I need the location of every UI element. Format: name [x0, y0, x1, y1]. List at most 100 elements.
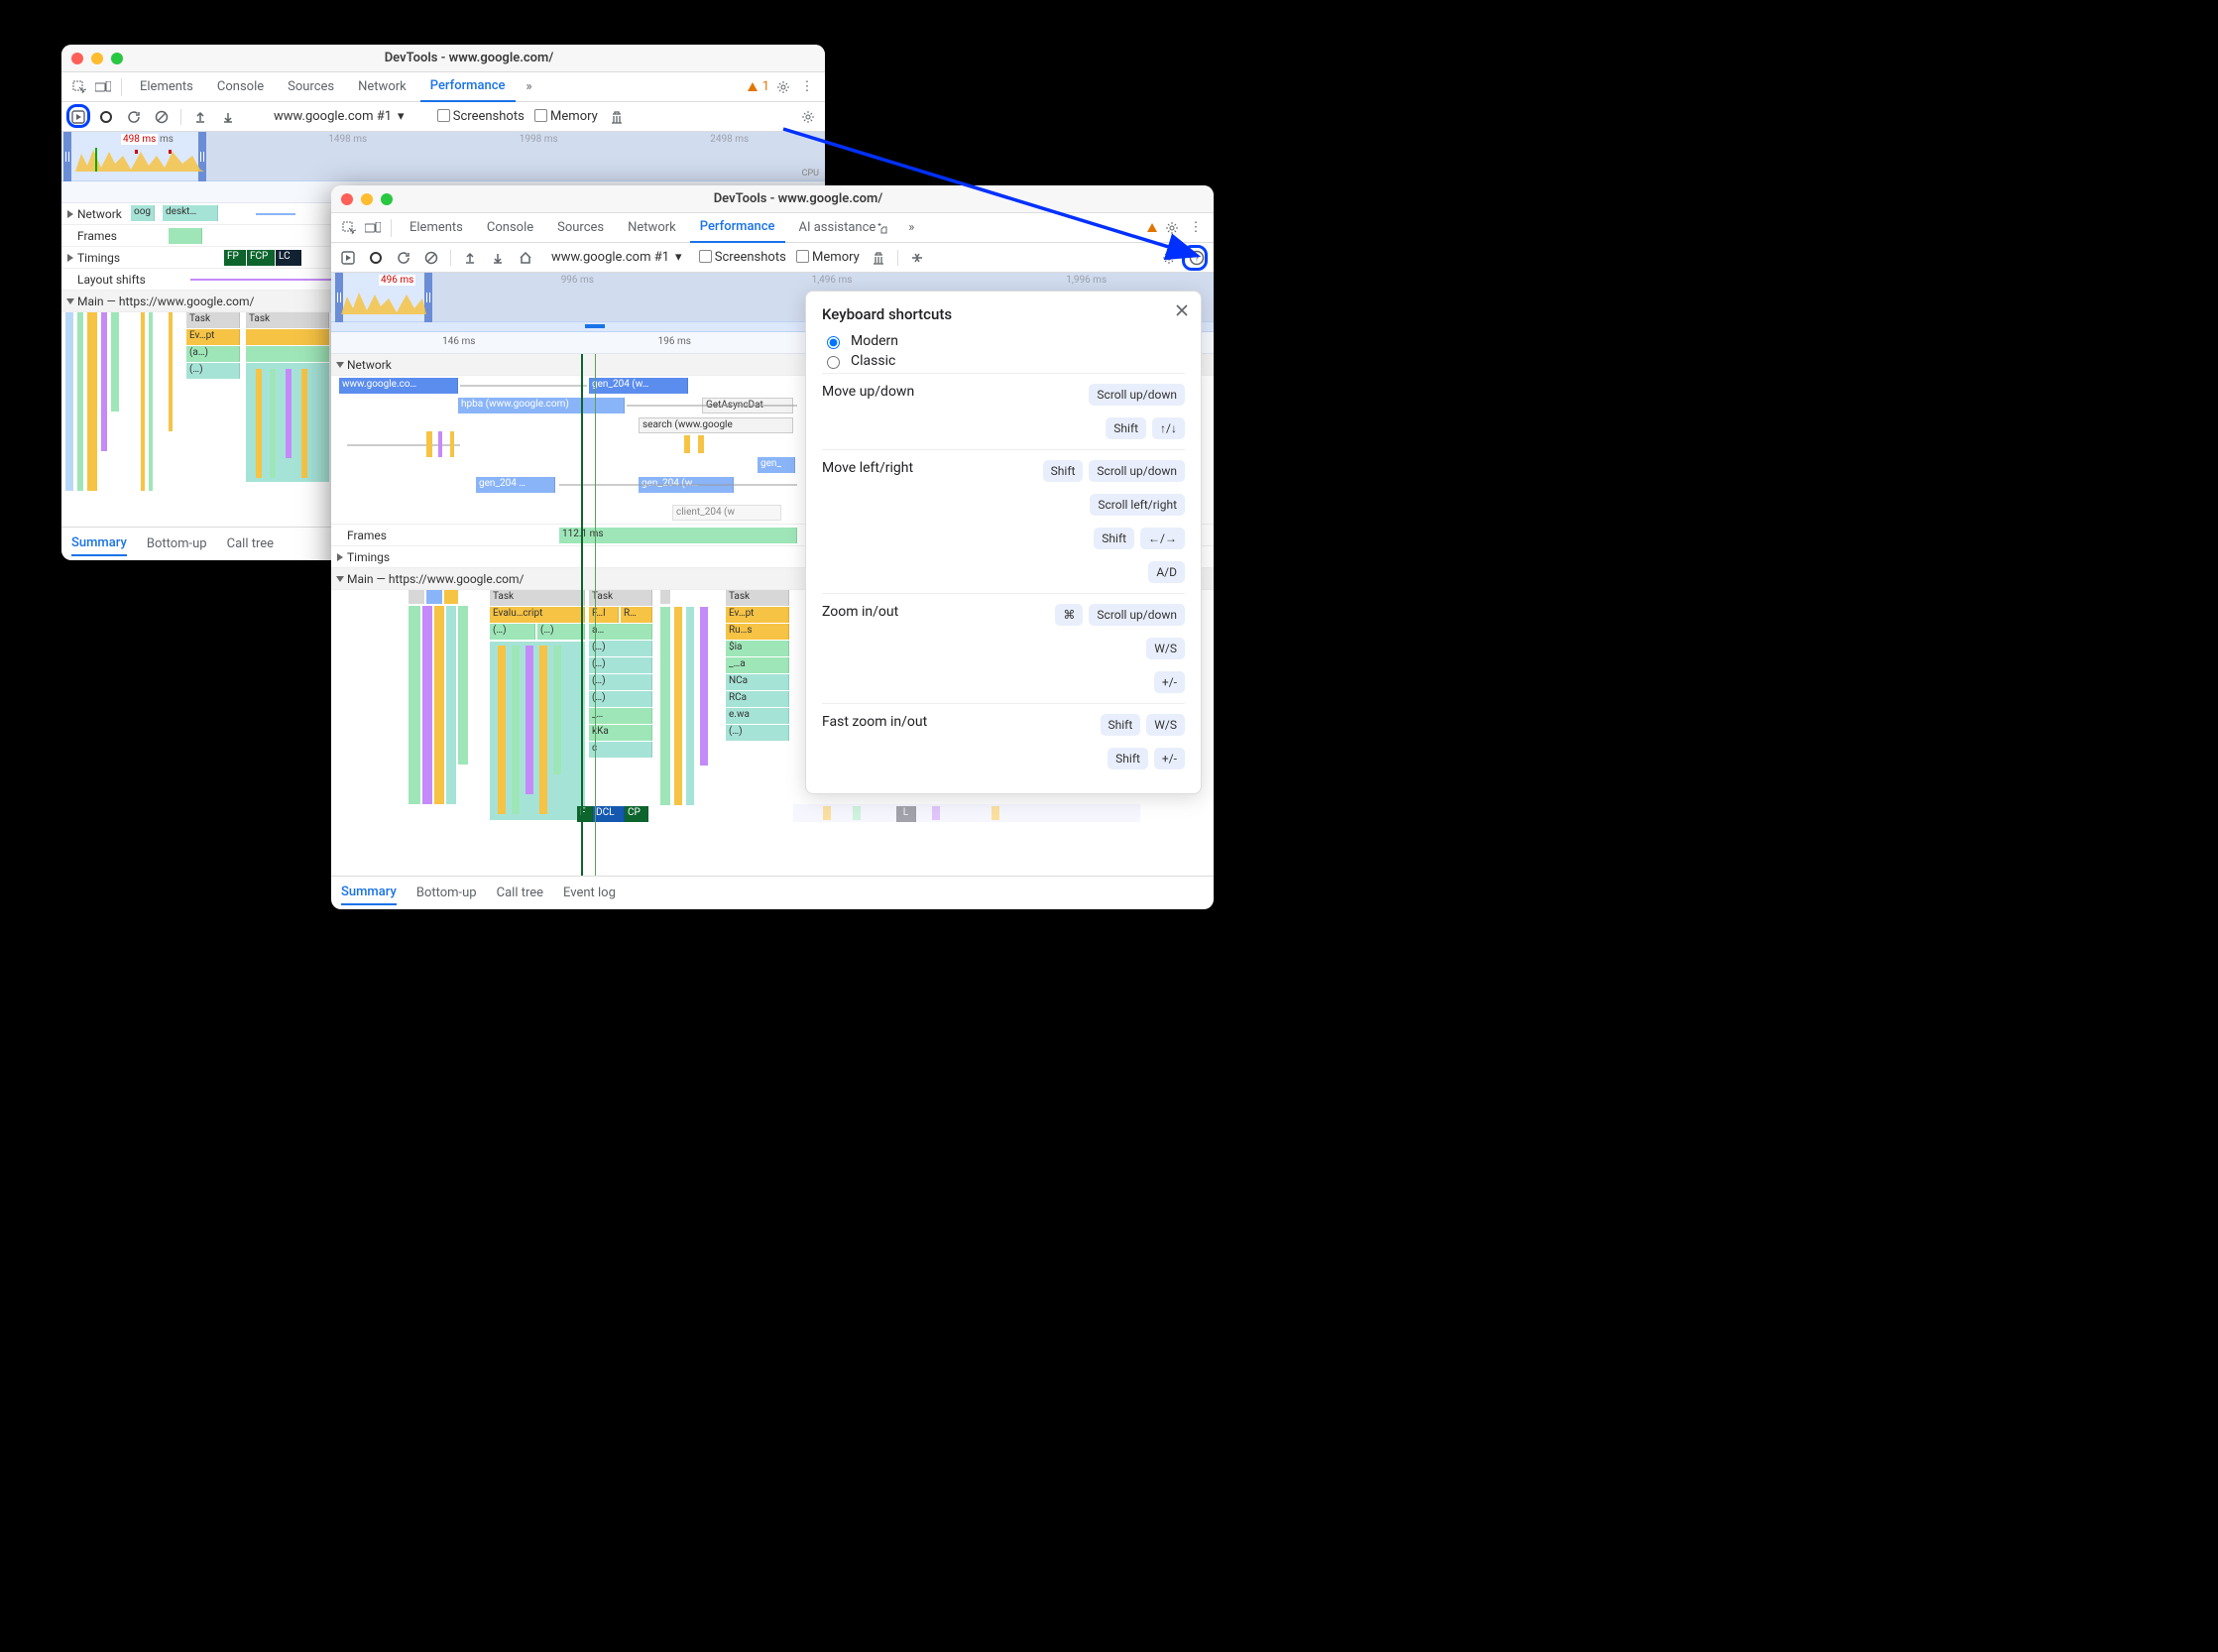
- clear-icon[interactable]: [422, 249, 440, 267]
- zoom-icon[interactable]: [111, 53, 123, 64]
- inspect-icon[interactable]: [339, 221, 359, 235]
- tab-elements[interactable]: Elements: [400, 213, 473, 243]
- details-tabs-front: Summary Bottom-up Call tree Event log: [331, 876, 1214, 909]
- tab-network[interactable]: Network: [348, 72, 416, 102]
- overview-back[interactable]: 998 ms 1498 ms 1998 ms 2498 ms 498 ms CP…: [61, 132, 825, 181]
- reload-icon[interactable]: [125, 108, 143, 126]
- overview-marker: 498 ms: [121, 134, 158, 145]
- titlebar[interactable]: DevTools - www.google.com/: [61, 45, 825, 72]
- inspect-icon[interactable]: [69, 80, 89, 94]
- cpu-label: CPU: [802, 169, 819, 178]
- kebab-icon[interactable]: ⋮: [797, 79, 817, 94]
- close-icon[interactable]: [341, 193, 353, 205]
- home-icon[interactable]: [517, 249, 534, 267]
- tab-performance[interactable]: Performance: [420, 72, 516, 102]
- download-icon[interactable]: [219, 108, 237, 126]
- key-chip: W/S: [1146, 714, 1185, 736]
- warnings-badge[interactable]: [1146, 222, 1158, 234]
- memory-checkbox[interactable]: Memory: [534, 109, 598, 124]
- zoom-icon[interactable]: [381, 193, 393, 205]
- tab-console[interactable]: Console: [477, 213, 543, 243]
- gc-icon[interactable]: [608, 108, 626, 126]
- recording-select[interactable]: www.google.com #1▾: [267, 106, 411, 127]
- shortcut-row: Fast zoom in/outShiftW/SShift+/-: [822, 703, 1185, 779]
- close-icon[interactable]: [71, 53, 83, 64]
- shortcut-keys: ShiftScroll up/downScroll left/rightShif…: [967, 460, 1185, 583]
- tab-ai[interactable]: AI assistance: [789, 213, 898, 243]
- bt-calltree[interactable]: Call tree: [227, 532, 274, 555]
- shortcut-name: Move up/down: [822, 384, 998, 400]
- reload-icon[interactable]: [395, 249, 412, 267]
- range-handle-left[interactable]: [63, 132, 71, 180]
- window-title: DevTools - www.google.com/: [123, 51, 815, 65]
- shortcut-name: Zoom in/out: [822, 604, 967, 620]
- key-chip: Shift: [1106, 417, 1146, 439]
- bt-summary[interactable]: Summary: [341, 881, 397, 905]
- bt-bottomup[interactable]: Bottom-up: [147, 532, 207, 555]
- tab-console[interactable]: Console: [207, 72, 274, 102]
- radio-modern[interactable]: Modern: [822, 333, 1185, 349]
- shortcut-row: Move left/rightShiftScroll up/downScroll…: [822, 449, 1185, 593]
- screenshots-checkbox[interactable]: Screenshots: [437, 109, 525, 124]
- clear-icon[interactable]: [153, 108, 171, 126]
- record-button[interactable]: [97, 108, 115, 126]
- key-chip: ↑/↓: [1152, 417, 1185, 439]
- shortcut-keys: Scroll up/down Shift ↑/↓: [998, 384, 1185, 439]
- download-icon[interactable]: [489, 249, 507, 267]
- tab-elements[interactable]: Elements: [130, 72, 203, 102]
- record-reload-button[interactable]: [69, 108, 87, 126]
- key-chip: A/D: [1148, 561, 1185, 583]
- upload-icon[interactable]: [461, 249, 479, 267]
- bt-calltree[interactable]: Call tree: [497, 882, 543, 904]
- titlebar[interactable]: DevTools - www.google.com/: [331, 185, 1214, 213]
- chevron-down-icon: ▾: [398, 109, 405, 124]
- key-chip: Shift: [1043, 460, 1084, 482]
- shortcut-row: Zoom in/out⌘Scroll up/downW/S+/-: [822, 593, 1185, 703]
- key-chip: Scroll left/right: [1090, 494, 1185, 516]
- key-chip: Scroll up/down: [1089, 384, 1185, 406]
- minimize-icon[interactable]: [361, 193, 373, 205]
- tab-network[interactable]: Network: [618, 213, 686, 243]
- bt-eventlog[interactable]: Event log: [563, 882, 616, 904]
- perf-settings-icon[interactable]: [1160, 249, 1178, 267]
- bt-bottomup[interactable]: Bottom-up: [416, 882, 477, 904]
- record-reload-button[interactable]: [339, 249, 357, 267]
- close-popup-button[interactable]: [1175, 303, 1189, 317]
- shortcut-keys: ⌘Scroll up/downW/S+/-: [967, 604, 1185, 693]
- key-chip: +/-: [1154, 748, 1185, 769]
- warnings-badge[interactable]: 1: [747, 79, 769, 94]
- device-icon[interactable]: [363, 222, 383, 234]
- radio-classic[interactable]: Classic: [822, 353, 1185, 369]
- key-chip: ←/→: [1140, 528, 1185, 549]
- svg-text:?: ?: [1195, 254, 1199, 264]
- record-button[interactable]: [367, 249, 385, 267]
- settings-icon[interactable]: [1162, 221, 1182, 235]
- memory-checkbox[interactable]: Memory: [796, 250, 860, 265]
- minimize-icon[interactable]: [91, 53, 103, 64]
- key-chip: +/-: [1154, 671, 1185, 693]
- bt-summary[interactable]: Summary: [71, 531, 127, 556]
- settings-icon[interactable]: [773, 80, 793, 94]
- tab-sources[interactable]: Sources: [278, 72, 344, 102]
- collapse-icon[interactable]: [908, 249, 926, 267]
- gc-icon[interactable]: [870, 249, 887, 267]
- key-chip: Shift: [1108, 748, 1148, 769]
- tab-performance[interactable]: Performance: [690, 213, 785, 243]
- shortcut-name: Move left/right: [822, 460, 967, 476]
- screenshots-checkbox[interactable]: Screenshots: [699, 250, 786, 265]
- perf-settings-icon[interactable]: [799, 108, 817, 126]
- upload-icon[interactable]: [191, 108, 209, 126]
- chevron-down-icon: ▾: [675, 250, 682, 265]
- tab-sources[interactable]: Sources: [547, 213, 614, 243]
- more-tabs-icon[interactable]: »: [901, 220, 921, 235]
- overview-marker: 496 ms: [379, 275, 415, 286]
- device-icon[interactable]: [93, 81, 113, 93]
- more-tabs-icon[interactable]: »: [520, 79, 539, 94]
- perf-toolbar-front: www.google.com #1▾ Screenshots Memory ?: [331, 243, 1214, 273]
- shortcuts-popup: Keyboard shortcuts Modern Classic Move u…: [805, 291, 1202, 794]
- kebab-icon[interactable]: ⋮: [1186, 220, 1206, 235]
- panel-tabs: Elements Console Sources Network Perform…: [331, 213, 1214, 243]
- shortcut-keys: ShiftW/SShift+/-: [1011, 714, 1185, 769]
- recording-select[interactable]: www.google.com #1▾: [544, 247, 689, 268]
- help-icon[interactable]: ?: [1188, 249, 1206, 267]
